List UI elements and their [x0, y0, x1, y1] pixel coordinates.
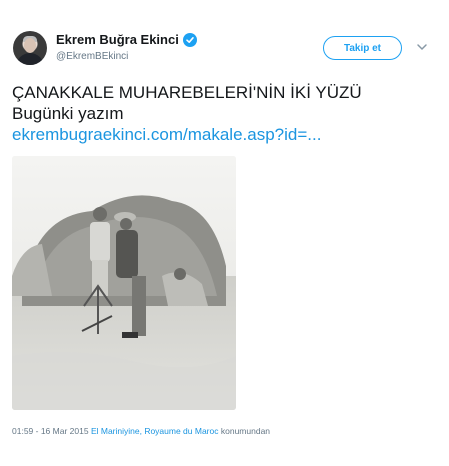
tweet-timestamp[interactable]: 01:59 - 16 Mar 2015	[12, 426, 89, 436]
follow-button[interactable]: Takip et	[323, 36, 402, 60]
tweet-photo[interactable]	[12, 156, 236, 410]
tweet-line-title: ÇANAKKALE MUHAREBELERİ'NİN İKİ YÜZÜ	[12, 83, 362, 102]
avatar[interactable]	[13, 31, 47, 65]
tweet-link[interactable]: ekrembugraekinci.com/makale.asp?id=...	[12, 124, 442, 145]
user-handle[interactable]: @EkremBEkinci	[56, 51, 128, 62]
user-name[interactable]: Ekrem Buğra Ekinci	[56, 32, 179, 47]
chevron-down-icon[interactable]	[416, 42, 428, 52]
tweet-line-subtitle: Bugünki yazım	[12, 104, 124, 123]
tweet-text: ÇANAKKALE MUHAREBELERİ'NİN İKİ YÜZÜ Bugü…	[12, 82, 442, 145]
tweet-meta: 01:59 - 16 Mar 2015 El Mariniyine, Royau…	[12, 426, 270, 436]
photo-image	[12, 156, 236, 410]
tweet-location-suffix: konumundan	[220, 426, 271, 436]
user-name-wrap[interactable]: Ekrem Buğra Ekinci	[56, 32, 197, 47]
avatar-suit	[16, 53, 44, 65]
avatar-face	[24, 38, 36, 53]
tweet-location[interactable]: El Mariniyine, Royaume du Maroc	[91, 426, 219, 436]
verified-badge-icon	[182, 32, 197, 47]
tweet-header: Ekrem Buğra Ekinci @EkremBEkinci Takip e…	[0, 0, 449, 80]
